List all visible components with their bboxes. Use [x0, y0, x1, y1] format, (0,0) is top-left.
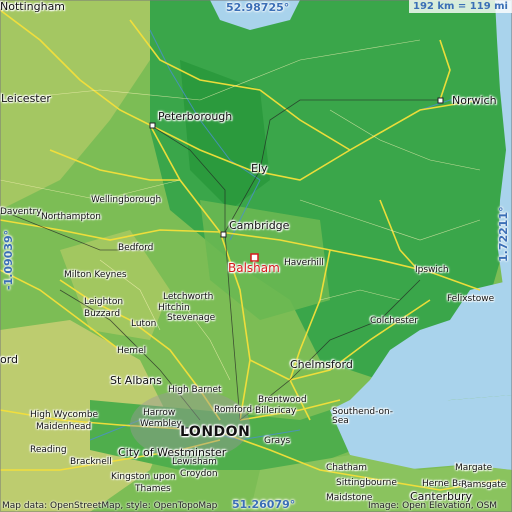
place-milton-keynes: Milton Keynes — [64, 270, 127, 280]
place-maidenhead: Maidenhead — [36, 422, 92, 432]
place-romford: Romford — [214, 405, 253, 415]
scale-bar: 192 km = 119 mi — [409, 0, 512, 13]
left-longitude-label: -1.09039° — [2, 229, 15, 290]
place-reading: Reading — [30, 445, 67, 455]
map-credit-left: Map data: OpenStreetMap, style: OpenTopo… — [2, 501, 218, 511]
place-hemel: Hemel — [117, 346, 147, 356]
place-felixstowe: Felixstowe — [447, 294, 495, 304]
place-ord: ord — [0, 353, 19, 366]
place-ramsgate: Ramsgate — [461, 480, 507, 490]
place-chatham: Chatham — [326, 463, 368, 473]
place-bedford: Bedford — [118, 243, 154, 253]
place-stevenage: Stevenage — [167, 313, 216, 323]
place-ipswich: Ipswich — [415, 265, 449, 275]
place-southend: Southend-on-Sea — [332, 407, 393, 426]
place-brentwood: Brentwood — [258, 395, 307, 405]
place-bracknell: Bracknell — [70, 457, 112, 467]
place-letchworth: Letchworth — [163, 292, 214, 302]
right-longitude-label: 1.72211° — [497, 206, 510, 262]
place-peterborough: Peterborough — [158, 110, 233, 123]
place-lewisham: Lewisham — [172, 457, 217, 467]
place-harrow: Harrow — [143, 408, 176, 418]
place-northampton: Northampton — [41, 212, 101, 222]
top-latitude-label: 52.98725° — [226, 1, 290, 14]
place-leicester: Leicester — [1, 92, 51, 105]
place-billericay: Billericay — [255, 406, 297, 416]
place-daventry: Daventry — [0, 207, 42, 217]
place-hitchin: Hitchin — [158, 303, 190, 313]
place-st-albans: St Albans — [110, 374, 162, 387]
place-chelmsford: Chelmsford — [290, 358, 353, 371]
place-kingston: Kingston upon — [111, 472, 176, 482]
bottom-latitude-label: 51.26079° — [232, 498, 296, 511]
map[interactable]: 52.98725° 51.26079° -1.09039° 1.72211° 1… — [0, 0, 512, 512]
terrain-layer — [0, 0, 512, 512]
place-wembley: Wembley — [140, 419, 182, 429]
place-high-wycombe: High Wycombe — [30, 410, 99, 420]
place-buzzard: Buzzard — [84, 309, 121, 319]
place-london: LONDON — [180, 424, 251, 440]
place-margate: Margate — [455, 463, 493, 473]
place-luton: Luton — [131, 319, 157, 329]
place-wellingborough: Wellingborough — [91, 195, 162, 205]
place-leighton: Leighton — [84, 297, 124, 307]
map-credit-right: Image: Open Elevation, OSM — [368, 501, 498, 511]
place-cambridge: Cambridge — [229, 219, 290, 232]
place-colchester: Colchester — [370, 316, 418, 326]
focus-place-balsham: Balsham — [228, 261, 280, 275]
place-nottingham: Nottingham — [0, 0, 66, 13]
place-sittingbourne: Sittingbourne — [336, 478, 397, 488]
place-high-barnet: High Barnet — [168, 385, 222, 395]
place-ely: Ely — [251, 162, 268, 175]
place-grays: Grays — [264, 436, 291, 446]
place-haverhill: Haverhill — [284, 258, 324, 268]
place-maidstone: Maidstone — [326, 493, 373, 503]
place-croydon: Croydon — [180, 469, 218, 479]
place-norwich: Norwich — [452, 94, 497, 107]
place-thames: Thames — [135, 484, 171, 494]
focus-marker-square — [250, 253, 259, 262]
